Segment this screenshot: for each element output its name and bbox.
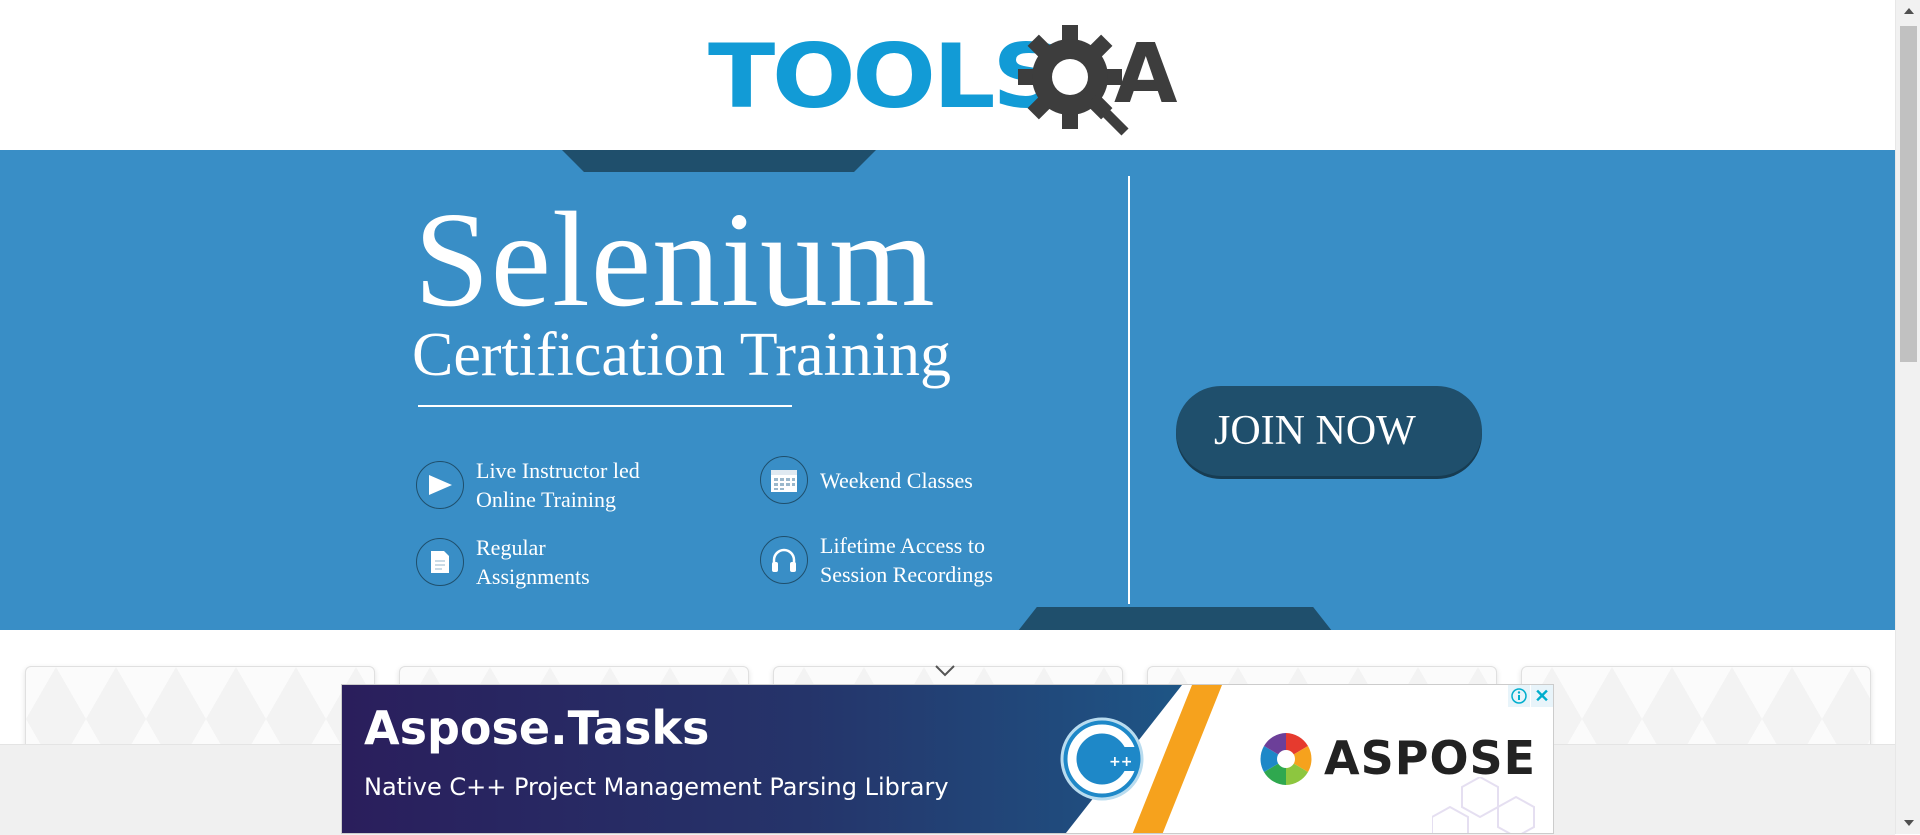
- logo-gear-q-icon: A: [1018, 25, 1178, 136]
- play-icon: [416, 461, 464, 509]
- feature-label: Live Instructor led: [476, 458, 640, 483]
- feature-label: Session Recordings: [820, 562, 993, 587]
- feature-label: Assignments: [476, 564, 590, 589]
- calendar-icon: [760, 456, 808, 504]
- selenium-training-banner[interactable]: Selenium Certification Training Live Ins…: [0, 150, 1895, 630]
- ad-title: Aspose.Tasks: [364, 701, 710, 755]
- banner-divider: [1128, 176, 1130, 604]
- banner-bottom-strip: [1018, 607, 1332, 630]
- toolsqa-logo[interactable]: TOOLS A: [708, 22, 1194, 137]
- title-underline: [418, 405, 792, 407]
- banner-title: Selenium: [414, 185, 936, 335]
- banner-subtitle: Certification Training: [412, 321, 952, 389]
- chevron-down-icon[interactable]: [934, 664, 956, 678]
- scroll-down-arrow-icon[interactable]: [1896, 812, 1920, 834]
- feature-label: Weekend Classes: [820, 467, 973, 493]
- feature-label: Regular: [476, 535, 546, 560]
- feature-label: Online Training: [476, 487, 616, 512]
- ad-decoration: [1432, 777, 1535, 833]
- cpp-logo-icon: ++: [1060, 717, 1144, 801]
- logo-letter-a: A: [1114, 27, 1178, 122]
- feature-lifetime-access: Lifetime Access to Session Recordings: [760, 531, 993, 589]
- ad-subtitle: Native C++ Project Management Parsing Li…: [364, 773, 949, 801]
- feature-live-instructor: Live Instructor led Online Training: [416, 456, 640, 514]
- svg-text:++: ++: [1109, 754, 1132, 770]
- advertisement-banner[interactable]: Aspose.Tasks Native C++ Project Manageme…: [341, 684, 1554, 834]
- feature-weekend-classes: Weekend Classes: [760, 456, 973, 504]
- scroll-up-arrow-icon[interactable]: [1896, 0, 1920, 22]
- close-ad-icon[interactable]: ✕: [1531, 685, 1553, 707]
- headphones-icon: [760, 536, 808, 584]
- feature-label: Lifetime Access to: [820, 533, 985, 558]
- page-scrollbar[interactable]: [1895, 0, 1920, 834]
- site-header: TOOLS A: [0, 0, 1895, 150]
- document-icon: [416, 538, 464, 586]
- logo-wordmark: TOOLS: [708, 25, 1063, 128]
- scrollbar-thumb[interactable]: [1900, 26, 1917, 362]
- join-now-button[interactable]: JOIN NOW: [1176, 386, 1482, 476]
- banner-top-strip: [562, 150, 876, 172]
- feature-regular-assignments: Regular Assignments: [416, 533, 590, 591]
- info-icon[interactable]: [1508, 685, 1530, 707]
- aspose-logo-icon: [1260, 733, 1312, 785]
